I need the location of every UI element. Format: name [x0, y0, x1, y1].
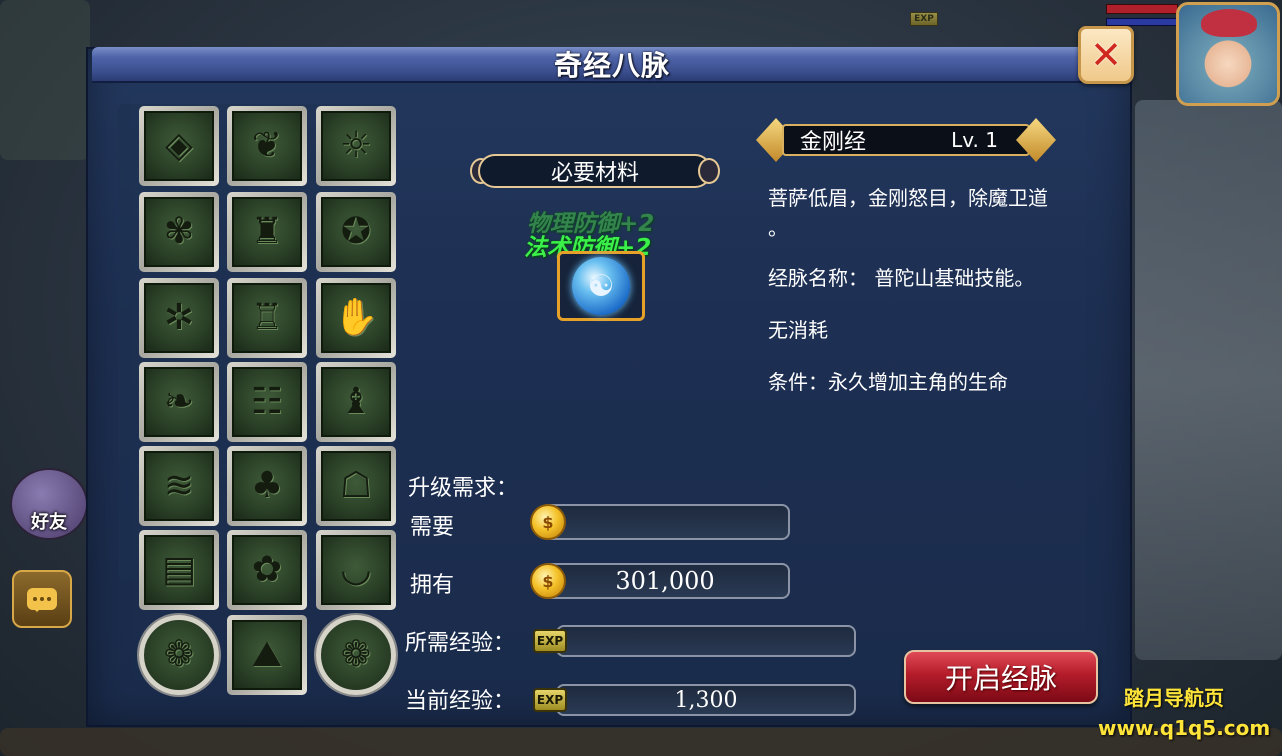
background-scenery-left [0, 0, 90, 160]
coin-icon: $ [530, 504, 566, 540]
chat-icon [27, 588, 57, 612]
need-money-field [540, 504, 790, 540]
skill-spider-slot[interactable]: ✲ [139, 278, 219, 358]
skill-lotus-slot[interactable]: ✾ [139, 192, 219, 272]
exp-needed-field [556, 625, 856, 657]
skill-mountain-slot[interactable]: ⛰ [227, 615, 307, 695]
skill-arch-icon: ☖ [339, 465, 373, 506]
skill-sun-slot[interactable]: ☼ [316, 106, 396, 186]
skill-knot-left-slot[interactable]: ❁ [139, 615, 219, 695]
close-button[interactable]: ✕ [1078, 26, 1134, 84]
skill-leaf-slot[interactable]: ❧ [139, 362, 219, 442]
exp-tag-icon: EXP [910, 12, 938, 26]
skill-knot-left-icon: ❁ [163, 634, 195, 675]
skill-bird-slot[interactable]: ❦ [227, 106, 307, 186]
skill-scroll-icon: ▤ [161, 549, 196, 590]
exp-icon: EXP [533, 688, 567, 712]
skill-penguin-slot[interactable]: ♝ [316, 362, 396, 442]
skill-desc-line1: 菩萨低眉，金刚怒目，除魔卫道 [768, 186, 1048, 210]
skill-sun-icon: ☼ [339, 125, 373, 166]
hp-bar [1106, 4, 1178, 14]
upgrade-heading: 升级需求： [408, 476, 519, 501]
need-label: 需要 [410, 515, 455, 540]
player-avatar[interactable] [1176, 2, 1280, 106]
close-icon: ✕ [1090, 33, 1122, 77]
friends-label: 好友 [31, 512, 67, 533]
skill-frog-icon: ♣ [250, 465, 284, 506]
skill-leaf-icon: ❧ [163, 381, 195, 422]
skill-bell-slot[interactable]: ♜ [227, 192, 307, 272]
skill-diamond-slot[interactable]: ◈ [139, 106, 219, 186]
skill-vase-icon: ♖ [250, 297, 284, 338]
skill-paw-icon: ✪ [340, 211, 372, 252]
material-header-label: 必要材料 [550, 161, 639, 186]
skill-wave-slot[interactable]: ≋ [139, 446, 219, 526]
skill-mountain-icon: ⛰ [251, 634, 283, 675]
skill-bird-icon: ❦ [251, 125, 283, 166]
meridian-name: 经脉名称： 普陀山基础技能。 [768, 266, 1035, 290]
skill-lotus-icon: ✾ [163, 211, 195, 252]
skill-wave-icon: ≋ [163, 465, 195, 506]
skill-level: Lv. 1 [951, 128, 998, 152]
watermark-url: www.q1q5.com [1098, 716, 1271, 740]
panel-title: 奇经八脉 [553, 49, 670, 82]
skill-arch-slot[interactable]: ☖ [316, 446, 396, 526]
have-label: 拥有 [410, 573, 455, 598]
skill-scroll-slot[interactable]: ▤ [139, 530, 219, 610]
skill-paw-slot[interactable]: ✪ [316, 192, 396, 272]
skill-flower-icon: ✿ [251, 549, 283, 590]
friends-button[interactable]: 好友 [10, 468, 88, 540]
panel-title-bar: 奇经八脉 [92, 47, 1132, 83]
skill-bell-icon: ♜ [250, 211, 284, 252]
taiji-orb-icon: ☯ [572, 257, 630, 315]
skill-name-plate: 金刚经 Lv. 1 [756, 118, 1056, 162]
skill-flower-slot[interactable]: ✿ [227, 530, 307, 610]
skill-spider-icon: ✲ [163, 297, 195, 338]
exp-current-field: 1,300 [556, 684, 856, 716]
condition-text: 条件：永久增加主角的生命 [768, 370, 1008, 394]
mp-bar [1106, 18, 1178, 26]
open-meridian-button[interactable]: 开启经脉 [904, 650, 1098, 704]
skill-bamboo-slot[interactable]: ☷ [227, 362, 307, 442]
skill-hand-slot[interactable]: ✋ [316, 278, 396, 358]
skill-bamboo-icon: ☷ [250, 381, 284, 422]
skill-penguin-icon: ♝ [339, 381, 373, 422]
cost-text: 无消耗 [768, 318, 828, 342]
coin-icon: $ [530, 563, 566, 599]
skill-name: 金刚经 [800, 130, 867, 155]
skill-boat-slot[interactable]: ◡ [316, 530, 396, 610]
material-slot[interactable]: ☯ [557, 251, 645, 321]
open-meridian-label: 开启经脉 [944, 662, 1057, 695]
watermark-title: 踏月导航页 [1124, 686, 1224, 710]
chat-button[interactable] [12, 570, 72, 628]
skill-vase-slot[interactable]: ♖ [227, 278, 307, 358]
have-money-field: 301,000 [540, 563, 790, 599]
exp-icon: EXP [533, 629, 567, 653]
skill-frog-slot[interactable]: ♣ [227, 446, 307, 526]
material-header: 必要材料 [470, 150, 720, 192]
background-bottom-bar [0, 728, 1282, 756]
skill-hand-icon: ✋ [333, 297, 379, 338]
background-scenery-right [1135, 100, 1282, 660]
skill-diamond-icon: ◈ [165, 125, 193, 166]
skill-desc-line2: 。 [768, 216, 788, 240]
skill-knot-right-icon: ❁ [340, 634, 372, 675]
exp-needed-label: 所需经验： [405, 631, 516, 656]
skill-knot-right-slot[interactable]: ❁ [316, 615, 396, 695]
skill-boat-icon: ◡ [340, 549, 372, 590]
exp-current-label: 当前经验： [405, 689, 516, 714]
